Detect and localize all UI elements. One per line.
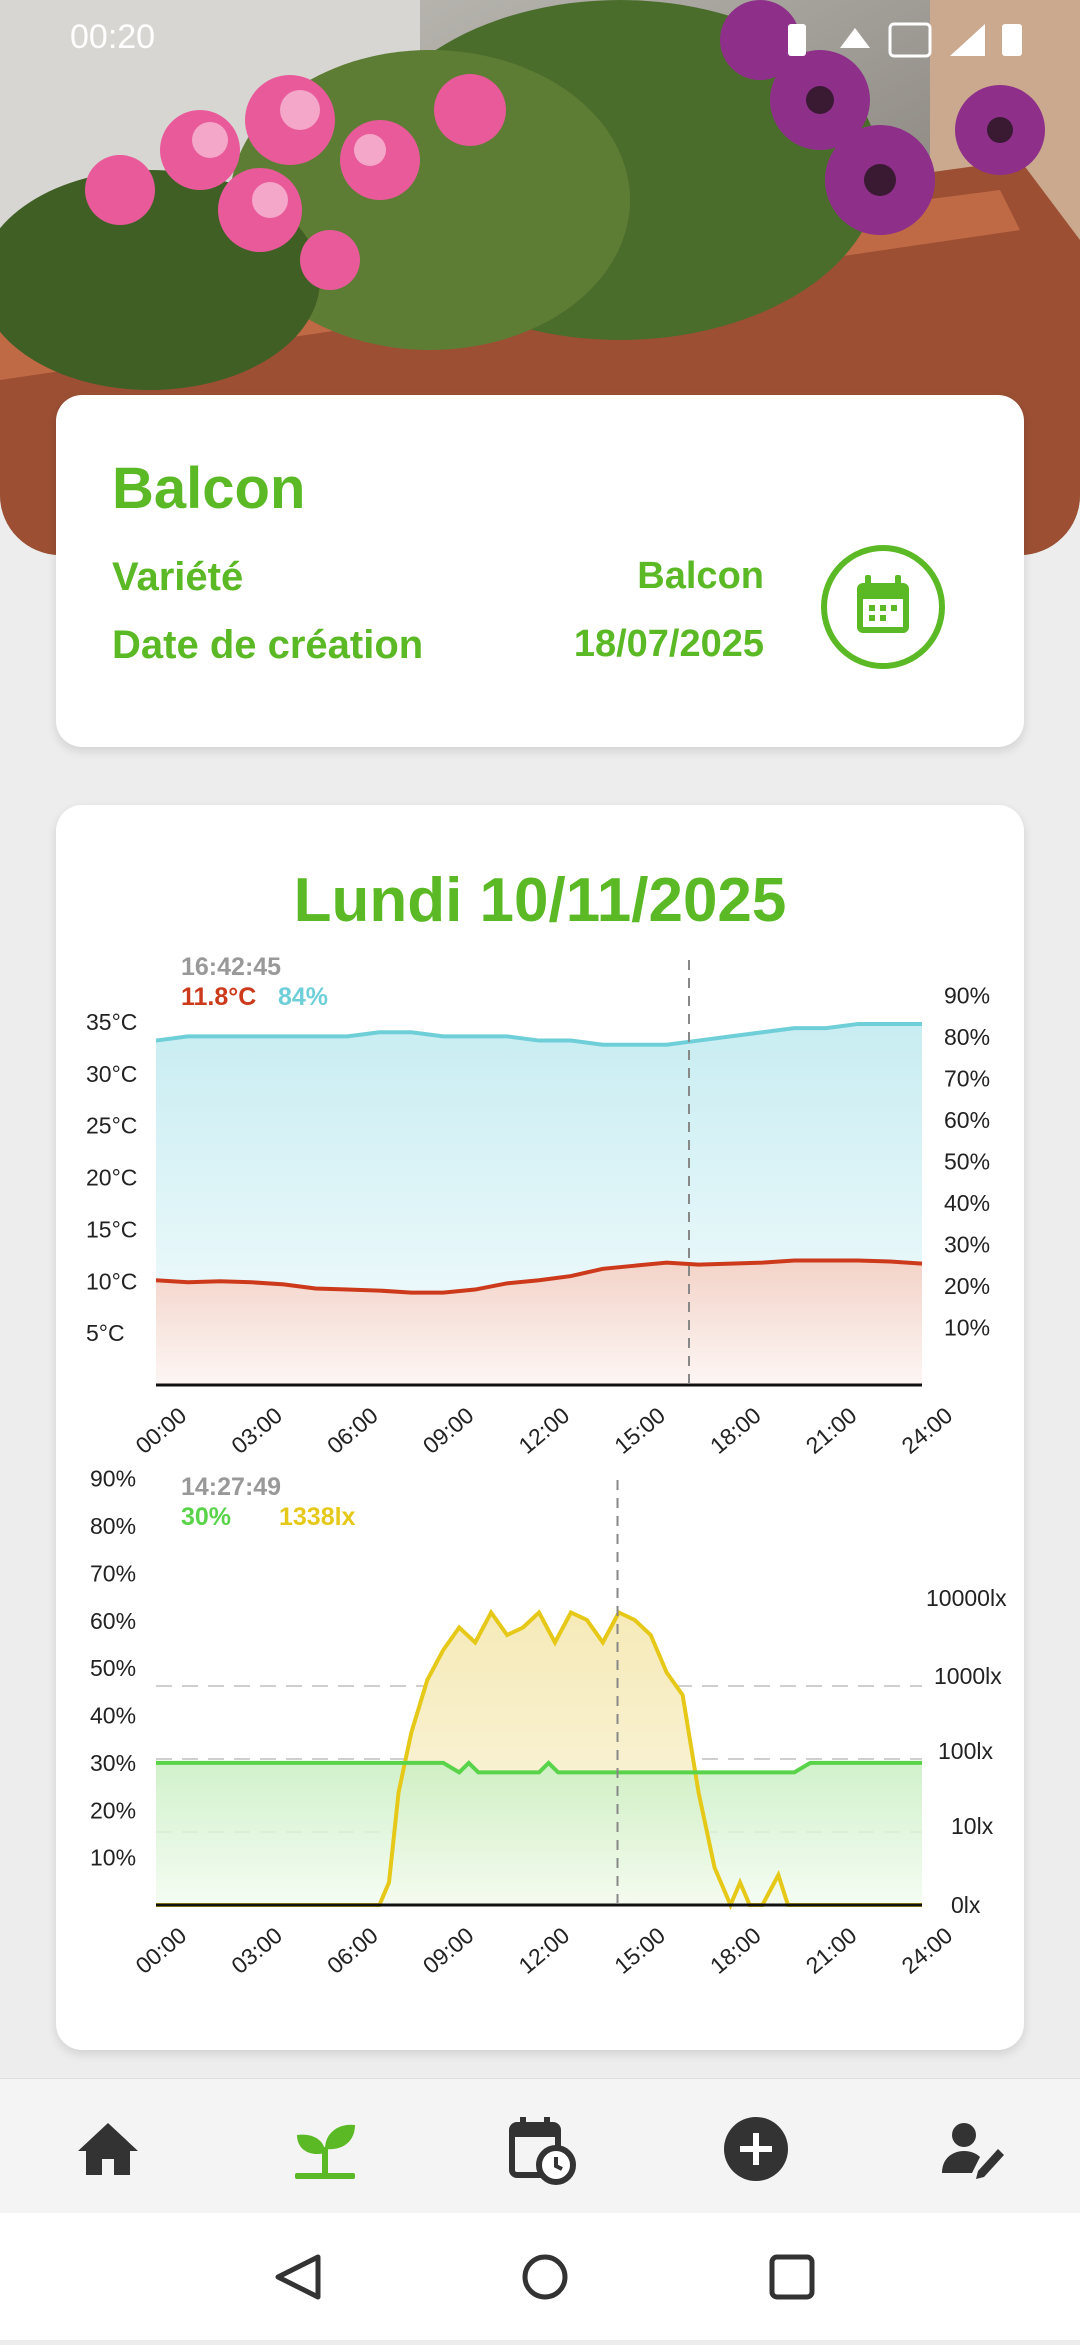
creation-date-value: 18/07/2025 bbox=[573, 623, 764, 665]
cursor-light: 1338lx bbox=[279, 1503, 356, 1531]
y-right-tick: 30% bbox=[944, 1232, 990, 1258]
plant-name: Balcon bbox=[112, 456, 306, 521]
edit-user-icon bbox=[942, 2123, 1004, 2179]
y-left-tick: 70% bbox=[90, 1560, 136, 1586]
x-tick: 15:00 bbox=[609, 1402, 670, 1459]
x-tick: 24:00 bbox=[897, 1922, 958, 1979]
back-icon[interactable] bbox=[275, 2254, 321, 2300]
cursor-time: 16:42:45 bbox=[181, 953, 281, 981]
nav-calendar-schedule[interactable] bbox=[500, 2109, 580, 2189]
variety-value: Balcon bbox=[637, 555, 764, 597]
bottom-navigation bbox=[0, 2078, 1080, 2214]
system-navigation-bar bbox=[0, 2213, 1080, 2340]
variety-label: Variété bbox=[112, 555, 244, 599]
y-left-tick: 35°C bbox=[86, 1009, 137, 1035]
creation-date-label: Date de création bbox=[112, 623, 424, 667]
y-right-tick: 10% bbox=[944, 1315, 990, 1341]
x-tick: 00:00 bbox=[131, 1922, 192, 1979]
battery-icon bbox=[1002, 24, 1022, 56]
y-right-tick: 70% bbox=[944, 1066, 990, 1092]
y-left-tick: 5°C bbox=[86, 1320, 125, 1346]
nav-account[interactable] bbox=[932, 2109, 1012, 2189]
status-bar: 00:20 bbox=[0, 0, 1080, 80]
y-left-tick: 80% bbox=[90, 1513, 136, 1539]
cursor-temperature: 11.8°C bbox=[181, 983, 256, 1011]
nav-plants[interactable] bbox=[285, 2109, 365, 2189]
moisture-area bbox=[156, 1762, 922, 1905]
sensor-chart-card: Lundi 10/11/2025 35°C 30°C 25°C 20°C 15°C 10°… bbox=[56, 805, 1024, 2050]
cursor-humidity: 84% bbox=[278, 983, 328, 1011]
y-right-tick: 40% bbox=[944, 1190, 990, 1216]
nav-add[interactable] bbox=[716, 2109, 796, 2189]
home-button-icon[interactable] bbox=[522, 2254, 568, 2300]
x-tick: 12:00 bbox=[514, 1922, 575, 1979]
y-right-tick: 100lx bbox=[938, 1738, 993, 1764]
calendar-clock-icon bbox=[509, 2117, 576, 2185]
x-tick: 06:00 bbox=[322, 1402, 383, 1459]
x-tick: 00:00 bbox=[131, 1402, 192, 1459]
nav-home[interactable] bbox=[68, 2109, 148, 2189]
y-left-tick: 25°C bbox=[86, 1113, 137, 1139]
cursor-time: 14:27:49 bbox=[181, 1473, 281, 1501]
y-left-tick: 30% bbox=[90, 1750, 136, 1776]
y-right-tick: 50% bbox=[944, 1149, 990, 1175]
y-right-tick: 10lx bbox=[951, 1813, 994, 1839]
x-tick: 09:00 bbox=[418, 1922, 479, 1979]
x-tick: 15:00 bbox=[609, 1922, 670, 1979]
y-right-tick: 90% bbox=[944, 983, 990, 1009]
volte-icon bbox=[888, 22, 932, 58]
y-left-tick: 20°C bbox=[86, 1165, 137, 1191]
x-tick: 21:00 bbox=[801, 1922, 862, 1979]
plant-info-card: Balcon Variété Balcon Date de création 1… bbox=[56, 395, 1024, 747]
status-icons bbox=[780, 18, 1040, 71]
y-left-tick: 60% bbox=[90, 1608, 136, 1634]
x-tick: 03:00 bbox=[226, 1402, 287, 1459]
x-tick: 12:00 bbox=[514, 1402, 575, 1459]
y-right-tick: 60% bbox=[944, 1107, 990, 1133]
y-left-tick: 20% bbox=[90, 1797, 136, 1823]
home-icon bbox=[78, 2123, 138, 2175]
x-tick: 21:00 bbox=[801, 1402, 862, 1459]
y-left-tick: 40% bbox=[90, 1703, 136, 1729]
y-left-tick: 15°C bbox=[86, 1216, 137, 1242]
status-time: 00:20 bbox=[70, 18, 156, 56]
wifi-icon bbox=[840, 28, 870, 48]
x-tick: 18:00 bbox=[705, 1402, 766, 1459]
sensor-charts[interactable]: 35°C 30°C 25°C 20°C 15°C 10°C 5°C 90% 80% 70% 60% 5… bbox=[56, 805, 1024, 2050]
x-tick: 03:00 bbox=[226, 1922, 287, 1979]
x-tick: 18:00 bbox=[705, 1922, 766, 1979]
x-tick: 09:00 bbox=[418, 1402, 479, 1459]
y-left-tick: 10% bbox=[90, 1845, 136, 1871]
y-left-tick: 90% bbox=[90, 1466, 136, 1492]
x-tick: 24:00 bbox=[897, 1402, 958, 1459]
y-left-tick: 10°C bbox=[86, 1268, 137, 1294]
sprout-icon bbox=[295, 2124, 355, 2179]
y-right-tick: 10000lx bbox=[926, 1585, 1007, 1611]
y-right-tick: 1000lx bbox=[934, 1663, 1002, 1689]
vibrate-icon bbox=[788, 24, 806, 56]
signal-icon bbox=[950, 24, 985, 56]
recents-icon[interactable] bbox=[769, 2254, 815, 2300]
add-circle-icon bbox=[724, 2117, 788, 2181]
x-tick: 06:00 bbox=[322, 1922, 383, 1979]
y-right-tick: 80% bbox=[944, 1024, 990, 1050]
calendar-button[interactable] bbox=[821, 545, 945, 669]
cursor-moisture: 30% bbox=[181, 1503, 231, 1531]
y-right-tick: 20% bbox=[944, 1273, 990, 1299]
y-right-tick: 0lx bbox=[951, 1892, 981, 1918]
y-left-tick: 30°C bbox=[86, 1061, 137, 1087]
calendar-icon bbox=[857, 575, 909, 633]
y-left-tick: 50% bbox=[90, 1655, 136, 1681]
